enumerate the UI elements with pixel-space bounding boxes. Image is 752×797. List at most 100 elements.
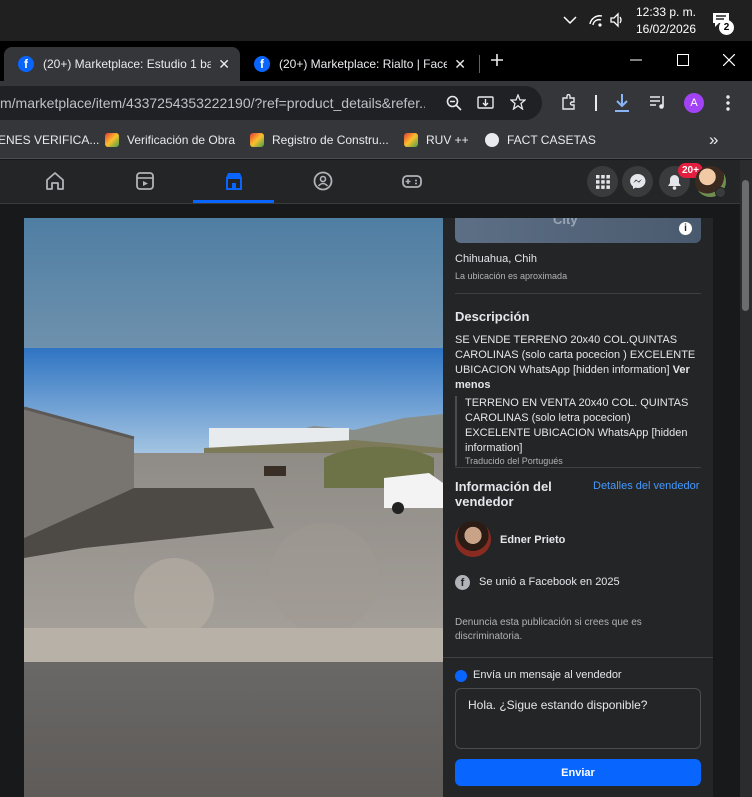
- grid-menu-icon: [595, 174, 610, 189]
- address-url: m/marketplace/item/4337254353222190/?ref…: [0, 95, 425, 111]
- report-listing-text[interactable]: Denuncia esta publicación si crees que e…: [455, 616, 687, 644]
- listing-description: SE VENDE TERRENO 20x40 COL.QUINTAS CAROL…: [455, 333, 705, 393]
- screen: 12:33 p. m. 16/02/2026 2 f (20+) Marketp…: [0, 0, 752, 797]
- maximize-icon[interactable]: [677, 54, 689, 66]
- message-seller-box: Envía un mensaje al vendedor Hola. ¿Sigu…: [443, 657, 713, 797]
- home-icon: [46, 172, 64, 190]
- bookmark-fact-casetas[interactable]: FACT CASETAS: [485, 133, 596, 147]
- nav-groups[interactable]: [312, 170, 334, 192]
- os-taskbar: 12:33 p. m. 16/02/2026 2: [0, 0, 752, 41]
- messenger-icon: [455, 670, 467, 682]
- description-text: SE VENDE TERRENO 20x40 COL.QUINTAS CAROL…: [455, 334, 696, 376]
- facebook-icon: f: [18, 56, 34, 72]
- send-button[interactable]: Enviar: [455, 759, 701, 786]
- section-divider: [455, 293, 701, 294]
- chevron-up-icon[interactable]: [563, 15, 577, 25]
- account-chevron-icon[interactable]: [715, 187, 726, 198]
- bookmark-star-icon[interactable]: [510, 94, 526, 110]
- ruv-icon: [105, 133, 119, 147]
- bookmark-ruv-plus[interactable]: RUV ++: [404, 133, 469, 147]
- media-controls-icon[interactable]: [649, 95, 666, 110]
- volume-icon[interactable]: [609, 12, 625, 28]
- map-info-icon[interactable]: i: [679, 222, 692, 235]
- profile-avatar[interactable]: A: [684, 93, 704, 113]
- tab-strip: f (20+) Marketplace: Estudio 1 ba ✕ f (2…: [0, 41, 752, 81]
- translated-from-note: Traducido del Portugués: [465, 456, 563, 466]
- bookmark-label: Registro de Constru...: [272, 133, 389, 147]
- tab-marketplace-rialto[interactable]: f (20+) Marketplace: Rialto | Face ✕: [240, 47, 476, 81]
- description-heading: Descripción: [455, 309, 530, 324]
- download-icon[interactable]: [613, 93, 631, 113]
- browser-toolbar: m/marketplace/item/4337254353222190/?ref…: [0, 81, 752, 123]
- nav-gaming[interactable]: [401, 170, 423, 192]
- section-divider: [455, 467, 701, 468]
- globe-icon: [485, 133, 499, 147]
- listing-page: City i Chihuahua, Chih La ubicación es a…: [0, 204, 740, 797]
- seller-joined-text: Se unió a Facebook en 2025: [479, 576, 620, 588]
- clock-date: 16/02/2026: [635, 22, 697, 36]
- blurred-background-top: [24, 218, 443, 348]
- minimize-icon[interactable]: [630, 59, 642, 61]
- bookmark-verificacion-obra[interactable]: Verificación de Obra: [105, 133, 235, 147]
- seller-avatar[interactable]: [455, 521, 491, 557]
- notification-count-badge: 2: [719, 20, 734, 35]
- notification-center-button[interactable]: 2: [708, 9, 738, 35]
- close-tab-icon[interactable]: ✕: [454, 56, 466, 73]
- seller-info-heading: Información del vendedor: [455, 479, 552, 509]
- map-label: City: [553, 218, 578, 227]
- zoom-icon[interactable]: [446, 95, 462, 111]
- tab-divider: [479, 55, 480, 73]
- clock-time: 12:33 p. m.: [635, 5, 697, 19]
- blurred-background-bottom: [24, 662, 443, 797]
- seller-details-link[interactable]: Detalles del vendedor: [593, 480, 699, 492]
- bookmark-registro-construccion[interactable]: Registro de Constru...: [250, 133, 389, 147]
- install-app-icon[interactable]: [477, 95, 494, 111]
- listing-photo[interactable]: [24, 348, 443, 662]
- tab-title: (20+) Marketplace: Rialto | Face: [279, 57, 447, 71]
- bookmark-label: Verificación de Obra: [127, 133, 236, 147]
- listing-media-viewer: [24, 218, 443, 797]
- bookmarks-overflow-button[interactable]: »: [709, 130, 718, 150]
- video-icon: [136, 172, 154, 190]
- new-tab-icon[interactable]: [490, 53, 504, 67]
- message-input[interactable]: Hola. ¿Sigue estando disponible?: [455, 688, 701, 749]
- toolbar-separator: [595, 95, 597, 111]
- vacant-lot-photo: [24, 348, 443, 662]
- groups-icon: [313, 171, 333, 191]
- listing-details-panel: City i Chihuahua, Chih La ubicación es a…: [443, 218, 713, 797]
- more-menu-icon[interactable]: [725, 94, 731, 112]
- nav-home[interactable]: [44, 170, 66, 192]
- close-window-icon[interactable]: [723, 54, 735, 66]
- address-bar[interactable]: m/marketplace/item/4337254353222190/?ref…: [0, 86, 542, 120]
- listing-location: Chihuahua, Chih: [455, 253, 537, 265]
- nav-marketplace[interactable]: [223, 170, 245, 192]
- bookmark-label: FACT CASETAS: [507, 133, 596, 147]
- ruv-icon: [250, 133, 264, 147]
- facebook-header: [0, 160, 752, 204]
- translation-block: TERRENO EN VENTA 20x40 COL. QUINTAS CARO…: [455, 396, 699, 466]
- translated-description: TERRENO EN VENTA 20x40 COL. QUINTAS CARO…: [465, 397, 689, 454]
- messenger-button[interactable]: [622, 166, 653, 197]
- extensions-icon[interactable]: [560, 94, 577, 111]
- page-scrollbar-thumb[interactable]: [742, 180, 749, 311]
- wifi-icon[interactable]: [588, 12, 604, 28]
- menu-button[interactable]: [587, 166, 618, 197]
- location-approx-note: La ubicación es aproximada: [455, 271, 568, 281]
- nav-video[interactable]: [134, 170, 156, 192]
- active-tab-indicator: [193, 200, 274, 203]
- tab-marketplace-estudio[interactable]: f (20+) Marketplace: Estudio 1 ba ✕: [4, 47, 240, 81]
- location-map[interactable]: City i: [455, 218, 701, 243]
- close-tab-icon[interactable]: ✕: [218, 56, 230, 73]
- facebook-icon: f: [455, 575, 470, 590]
- bookmark-enes-verifica[interactable]: ENES VERIFICA...: [0, 133, 99, 147]
- messenger-icon: [630, 173, 646, 189]
- facebook-icon: f: [254, 56, 270, 72]
- tab-title: (20+) Marketplace: Estudio 1 ba: [43, 57, 211, 71]
- marketplace-icon: [226, 173, 242, 190]
- bookmark-label: RUV ++: [426, 133, 469, 147]
- system-clock[interactable]: 12:33 p. m. 16/02/2026: [630, 4, 702, 38]
- gamepad-icon: [402, 175, 422, 188]
- seller-name[interactable]: Edner Prieto: [500, 534, 565, 546]
- ruv-icon: [404, 133, 418, 147]
- bookmarks-bar: ENES VERIFICA... Verificación de Obra Re…: [0, 123, 752, 159]
